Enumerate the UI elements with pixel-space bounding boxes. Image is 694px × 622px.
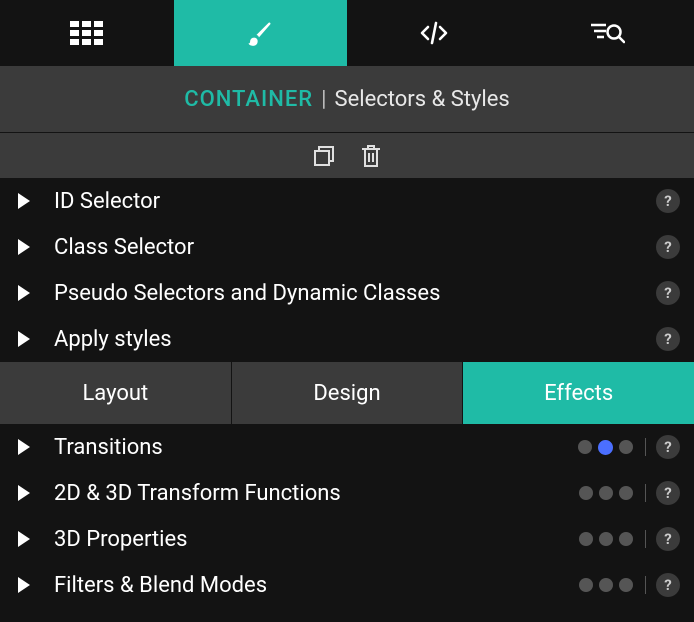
tab-grid[interactable] (0, 0, 174, 66)
section-label[interactable]: 2D & 3D Transform Functions (54, 481, 579, 506)
divider (645, 484, 646, 502)
section-id-selector[interactable]: ID Selector ? (0, 178, 694, 224)
breakpoint-indicators (578, 438, 646, 456)
section-pseudo-selectors[interactable]: Pseudo Selectors and Dynamic Classes ? (0, 270, 694, 316)
breakpoint-dot[interactable] (599, 578, 613, 592)
help-button[interactable]: ? (656, 527, 680, 551)
section-transitions[interactable]: Transitions ? (0, 424, 694, 470)
expand-icon[interactable] (18, 285, 30, 301)
help-button[interactable]: ? (656, 281, 680, 305)
help-button[interactable]: ? (656, 435, 680, 459)
grid-icon (70, 21, 104, 45)
help-button[interactable]: ? (656, 481, 680, 505)
breadcrumb-separator: | (321, 87, 326, 112)
breakpoint-dot[interactable] (579, 578, 593, 592)
expand-icon[interactable] (18, 439, 30, 455)
breakpoint-dot[interactable] (578, 440, 592, 454)
breakpoint-indicators (579, 484, 646, 502)
copy-icon (312, 144, 336, 168)
breadcrumb: CONTAINER | Selectors & Styles (0, 66, 694, 132)
breakpoint-dot[interactable] (619, 578, 633, 592)
selector-sections: ID Selector ? Class Selector ? Pseudo Se… (0, 178, 694, 362)
divider (645, 438, 646, 456)
breakpoint-dot[interactable] (619, 486, 633, 500)
section-transforms[interactable]: 2D & 3D Transform Functions ? (0, 470, 694, 516)
section-label[interactable]: Transitions (54, 435, 578, 460)
expand-icon[interactable] (18, 331, 30, 347)
section-label[interactable]: ID Selector (54, 189, 656, 214)
section-label[interactable]: Apply styles (54, 327, 656, 352)
search-list-icon (589, 20, 625, 46)
expand-icon[interactable] (18, 193, 30, 209)
breadcrumb-element[interactable]: CONTAINER (184, 87, 313, 112)
subtab-effects[interactable]: Effects (463, 362, 694, 424)
section-apply-styles[interactable]: Apply styles ? (0, 316, 694, 362)
section-3d-properties[interactable]: 3D Properties ? (0, 516, 694, 562)
section-label[interactable]: Class Selector (54, 235, 656, 260)
copy-button[interactable] (312, 144, 336, 168)
tab-style[interactable] (174, 0, 348, 66)
trash-icon (360, 144, 382, 168)
expand-icon[interactable] (18, 239, 30, 255)
tab-search[interactable] (521, 0, 694, 66)
help-button[interactable]: ? (656, 327, 680, 351)
breakpoint-dot[interactable] (619, 532, 633, 546)
subtab-design[interactable]: Design (232, 362, 464, 424)
breakpoint-dot[interactable] (599, 532, 613, 546)
divider (645, 576, 646, 594)
breakpoint-dot[interactable] (619, 440, 633, 454)
divider (645, 530, 646, 548)
breakpoint-dot[interactable] (579, 486, 593, 500)
section-filters[interactable]: Filters & Blend Modes ? (0, 562, 694, 608)
brush-icon (246, 19, 274, 47)
section-label[interactable]: Pseudo Selectors and Dynamic Classes (54, 281, 656, 306)
tab-code[interactable] (347, 0, 521, 66)
breakpoint-dot[interactable] (599, 486, 613, 500)
breakpoint-indicators (579, 530, 646, 548)
style-subtabs: Layout Design Effects (0, 362, 694, 424)
expand-icon[interactable] (18, 485, 30, 501)
expand-icon[interactable] (18, 531, 30, 547)
breakpoint-dot[interactable] (579, 532, 593, 546)
effects-sections: Transitions ? 2D & 3D Transform Function… (0, 424, 694, 608)
code-icon (419, 20, 449, 46)
help-button[interactable]: ? (656, 573, 680, 597)
subtab-layout[interactable]: Layout (0, 362, 232, 424)
help-button[interactable]: ? (656, 235, 680, 259)
top-tabs (0, 0, 694, 66)
breadcrumb-panel: Selectors & Styles (335, 87, 510, 112)
help-button[interactable]: ? (656, 189, 680, 213)
delete-button[interactable] (360, 144, 382, 168)
section-label[interactable]: Filters & Blend Modes (54, 573, 579, 598)
breakpoint-indicators (579, 576, 646, 594)
expand-icon[interactable] (18, 577, 30, 593)
breakpoint-dot-active[interactable] (598, 440, 613, 455)
action-bar (0, 132, 694, 178)
section-label[interactable]: 3D Properties (54, 527, 579, 552)
section-class-selector[interactable]: Class Selector ? (0, 224, 694, 270)
